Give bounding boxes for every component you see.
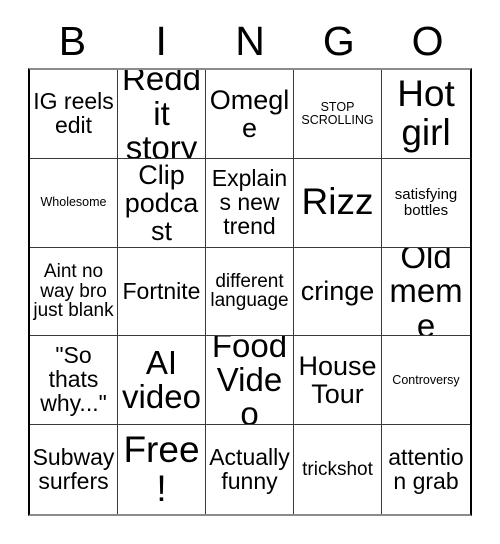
header-letter-g: G bbox=[322, 17, 355, 64]
bingo-cell[interactable]: Hot girl bbox=[382, 70, 470, 159]
bingo-cell-label: Omegle bbox=[209, 84, 290, 143]
bingo-card: B I N G O IG reels edit Reddit story Ome… bbox=[0, 0, 500, 544]
bingo-cell[interactable]: Actually funny bbox=[206, 425, 294, 514]
bingo-cell[interactable]: Wholesome bbox=[30, 158, 118, 248]
bingo-cell-label: Food Video bbox=[211, 336, 288, 426]
bingo-cell[interactable]: Controversy bbox=[382, 336, 470, 426]
bingo-cell[interactable]: Explains new trend bbox=[206, 158, 294, 248]
bingo-cell[interactable]: "So thats why..." bbox=[30, 336, 118, 426]
bingo-cell[interactable]: STOP SCROLLING bbox=[294, 70, 382, 159]
bingo-cell-label: satisfying bottles bbox=[394, 186, 458, 219]
bingo-cell[interactable]: attention grab bbox=[382, 425, 470, 514]
bingo-cell-label: STOP SCROLLING bbox=[301, 99, 374, 127]
bingo-cell-label: AI video bbox=[122, 343, 201, 416]
bingo-cell-label: Hot girl bbox=[397, 73, 455, 153]
bingo-cell[interactable]: satisfying bottles bbox=[382, 158, 470, 248]
bingo-cell[interactable]: IG reels edit bbox=[30, 70, 118, 159]
header-letter-i: I bbox=[155, 17, 167, 64]
header-letter-o: O bbox=[411, 17, 444, 64]
bingo-cell[interactable]: different language bbox=[206, 247, 294, 337]
bingo-cell-label: Subway surfers bbox=[32, 443, 115, 494]
bingo-cell-label: Clip podcast bbox=[124, 159, 199, 246]
bingo-cell[interactable]: Subway surfers bbox=[30, 425, 118, 514]
header-letter-n: N bbox=[235, 17, 265, 64]
bingo-cell-label: Old meme bbox=[389, 247, 463, 337]
bingo-cell-label: Free! bbox=[123, 429, 200, 509]
bingo-cell-label: Rizz bbox=[301, 181, 374, 223]
bingo-cell-free[interactable]: Free! bbox=[118, 425, 206, 514]
bingo-cell-label: trickshot bbox=[302, 458, 373, 480]
bingo-cell-label: IG reels edit bbox=[33, 87, 114, 138]
bingo-cell-label: Wholesome bbox=[40, 195, 107, 210]
bingo-cell-label: Fortnite bbox=[122, 277, 201, 304]
bingo-cell-label: Controversy bbox=[392, 372, 460, 387]
bingo-cell[interactable]: Aint no way bro just blank bbox=[30, 247, 118, 337]
bingo-cell-label: Actually funny bbox=[209, 443, 290, 494]
header-letter-b: B bbox=[58, 17, 87, 64]
bingo-cell-label: House Tour bbox=[298, 351, 377, 410]
bingo-cell[interactable]: Omegle bbox=[206, 70, 294, 159]
bingo-cell[interactable]: Fortnite bbox=[118, 247, 206, 337]
bingo-cell[interactable]: Food Video bbox=[206, 336, 294, 426]
bingo-grid: IG reels edit Reddit story Omegle STOP S… bbox=[28, 68, 472, 516]
bingo-cell-label: Explains new trend bbox=[211, 164, 288, 239]
bingo-cell-label: different language bbox=[210, 270, 289, 312]
bingo-cell[interactable]: AI video bbox=[118, 336, 206, 426]
bingo-cell[interactable]: Reddit story bbox=[118, 70, 206, 159]
bingo-cell[interactable]: trickshot bbox=[294, 425, 382, 514]
bingo-cell-label: cringe bbox=[300, 276, 375, 307]
bingo-cell[interactable]: Old meme bbox=[382, 247, 470, 337]
bingo-cell-label: Aint no way bro just blank bbox=[33, 260, 114, 322]
bingo-cell-label: attention grab bbox=[388, 443, 464, 494]
bingo-cell[interactable]: cringe bbox=[294, 247, 382, 337]
bingo-cell[interactable]: Rizz bbox=[294, 158, 382, 248]
bingo-cell[interactable]: House Tour bbox=[294, 336, 382, 426]
bingo-header: B I N G O bbox=[28, 14, 472, 68]
bingo-cell-label: "So thats why..." bbox=[40, 342, 107, 417]
bingo-cell[interactable]: Clip podcast bbox=[118, 158, 206, 248]
bingo-cell-label: Reddit story bbox=[122, 70, 201, 159]
